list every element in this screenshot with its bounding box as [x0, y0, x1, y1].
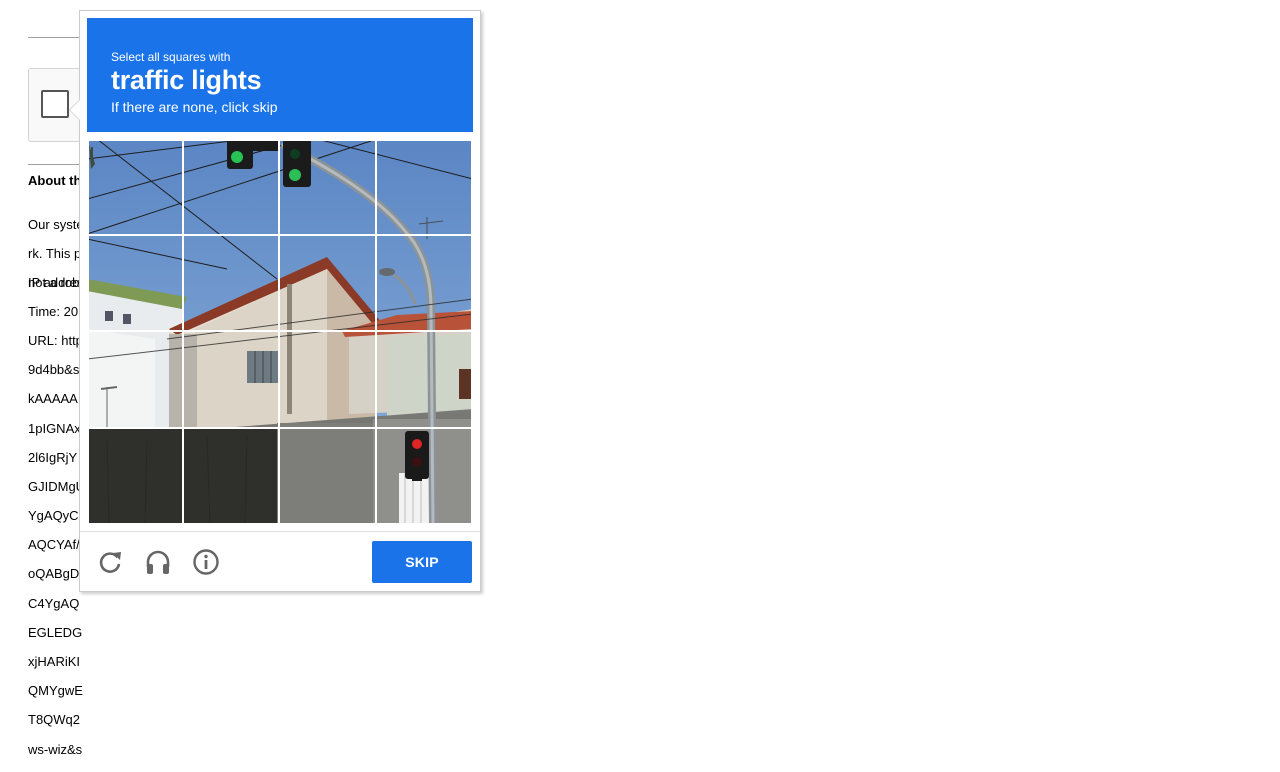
recaptcha-checkbox[interactable]	[41, 90, 69, 118]
image-tile-4-2[interactable]	[182, 427, 280, 525]
info-line: xjHARiKI	[28, 654, 81, 670]
tile-grid	[87, 139, 473, 525]
image-tile-3-3[interactable]	[278, 330, 377, 429]
dialog-pointer	[69, 99, 80, 121]
image-tile-4-1[interactable]	[87, 427, 184, 525]
prompt-target: traffic lights	[111, 65, 262, 95]
reload-icon[interactable]	[95, 547, 125, 577]
info-line: EGLEDG	[28, 624, 83, 640]
image-tile-4-3[interactable]	[278, 427, 377, 525]
image-tile-1-1[interactable]	[87, 139, 184, 236]
prompt-instruction: Select all squares with	[111, 50, 231, 64]
headphones-icon[interactable]	[143, 547, 173, 577]
captcha-challenge-dialog: Select all squares with traffic lights I…	[69, 10, 481, 592]
info-line: C4YgAQ	[28, 595, 80, 611]
info-line: QMYgwE	[28, 683, 83, 699]
info-line: T8QWq2	[28, 712, 81, 728]
image-tile-4-4[interactable]	[375, 427, 473, 525]
image-tile-2-1[interactable]	[87, 234, 184, 332]
image-tile-1-4[interactable]	[375, 139, 473, 236]
image-tile-1-3[interactable]	[278, 139, 377, 236]
image-tile-3-4[interactable]	[375, 330, 473, 429]
image-tile-3-2[interactable]	[182, 330, 280, 429]
about-heading: About th	[28, 173, 82, 188]
challenge-prompt: Select all squares with traffic lights I…	[87, 18, 473, 132]
image-tile-2-2[interactable]	[182, 234, 280, 332]
info-icon[interactable]	[191, 547, 221, 577]
skip-button[interactable]: SKIP	[372, 541, 472, 583]
footer-divider	[80, 531, 480, 532]
image-tile-3-1[interactable]	[87, 330, 184, 429]
info-line: ws-wiz&s	[28, 741, 83, 757]
image-tile-1-2[interactable]	[182, 139, 280, 236]
image-tile-2-4[interactable]	[375, 234, 473, 332]
prompt-hint: If there are none, click skip	[111, 99, 278, 115]
image-tile-2-3[interactable]	[278, 234, 377, 332]
